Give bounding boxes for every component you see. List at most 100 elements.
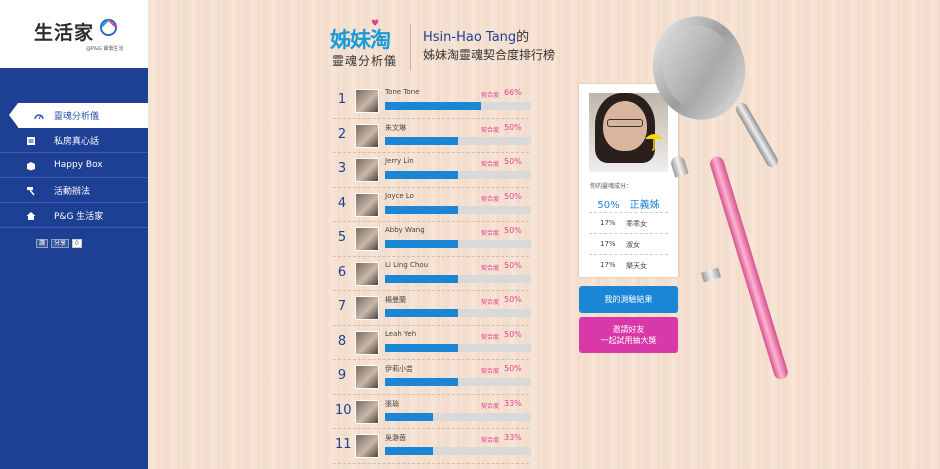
- friend-name[interactable]: 張瑜: [385, 399, 399, 409]
- avatar[interactable]: [355, 434, 379, 458]
- sidebar-item-private-talk[interactable]: 私房真心話: [0, 128, 148, 153]
- match-bar: [385, 343, 531, 352]
- ranking-row[interactable]: 10 張瑜 契合度 33%: [333, 395, 531, 429]
- profile-photo: [589, 93, 668, 172]
- avatar[interactable]: [355, 123, 379, 148]
- match-bar: [385, 136, 531, 145]
- sidebar-item-label: 活動辦法: [54, 186, 91, 197]
- friend-name[interactable]: 楊曼蘭: [385, 295, 406, 305]
- match-bar: [385, 240, 531, 248]
- component-name: 乖乖女: [626, 220, 647, 228]
- ranking-row[interactable]: 6 Li Ling Chou 契合度 50%: [333, 257, 531, 291]
- box-icon: [27, 162, 35, 171]
- avatar[interactable]: [355, 158, 379, 182]
- hand-mirror-handle: [733, 101, 781, 170]
- notes-icon: [27, 137, 35, 145]
- ranking-row[interactable]: 8 Leah Yeh 契合度 50%: [333, 326, 531, 360]
- match-label: 契合度: [481, 230, 500, 237]
- match-bar: [385, 274, 531, 283]
- page-subheading: 姊妹淘靈魂契合度排行榜: [423, 48, 556, 62]
- match-bar-fill: [385, 274, 458, 283]
- match-bar: [385, 309, 531, 317]
- avatar[interactable]: [355, 89, 379, 113]
- friend-name[interactable]: Jerry Lin: [385, 157, 414, 165]
- rank-number: 4: [337, 195, 347, 211]
- component-name: 淑女: [626, 241, 640, 249]
- logo-house-icon: [99, 18, 118, 36]
- like-button[interactable]: 讚: [36, 239, 49, 248]
- logo-text: 生活家: [34, 22, 95, 44]
- ranking-row[interactable]: 9 伊莉小芸 契合度 50%: [333, 360, 531, 395]
- sidebar-item-rules[interactable]: 活動辦法: [0, 178, 148, 203]
- match-bar-fill: [385, 343, 458, 352]
- avatar[interactable]: [355, 365, 379, 389]
- ranking-row[interactable]: 7 楊曼蘭 契合度 50%: [333, 291, 531, 326]
- brand-logo[interactable]: 生活家 @P&G 寶僑生活: [0, 0, 148, 68]
- avatar[interactable]: [355, 296, 379, 320]
- component-pct: 17%: [600, 261, 616, 269]
- share-bar: 讚 分享 0: [36, 239, 82, 248]
- match-percent: 50%: [504, 157, 522, 166]
- sidebar-item-pg-home[interactable]: P&G 生活家: [0, 203, 148, 228]
- primary-type: 正義姊: [629, 200, 660, 211]
- match-percent: 50%: [504, 364, 522, 373]
- match-label: 契合度: [481, 333, 500, 341]
- ranking-row[interactable]: 1 Tone Tone 契合度 66%: [333, 84, 531, 119]
- match-bar-fill: [385, 102, 482, 110]
- friend-name[interactable]: Tone Tone: [385, 88, 419, 96]
- ranking-row[interactable]: 4 Joyce Lo 契合度 50%: [333, 188, 531, 222]
- avatar[interactable]: [355, 330, 379, 355]
- match-label: 契合度: [481, 402, 500, 410]
- match-bar-fill: [385, 378, 458, 386]
- friend-name[interactable]: Li Ling Chou: [385, 261, 428, 269]
- match-label: 契合度: [481, 161, 500, 168]
- avatar[interactable]: [355, 227, 379, 251]
- ranking-row[interactable]: 2 朱文琳 契合度 50%: [333, 119, 531, 153]
- friend-name[interactable]: Leah Yeh: [385, 330, 416, 338]
- user-suffix: 的: [516, 30, 530, 45]
- invite-label-line2: 一起試用抽大獎: [600, 336, 657, 345]
- match-percent: 50%: [504, 295, 522, 304]
- my-result-button[interactable]: 我的測驗結果: [579, 286, 678, 313]
- match-percent: 50%: [504, 329, 522, 339]
- friend-name[interactable]: Abby Wang: [385, 226, 425, 234]
- rank-number: 2: [337, 126, 347, 142]
- ranking-row[interactable]: 11 吳瀞茵 契合度 33%: [333, 429, 531, 464]
- friend-name[interactable]: Joyce Lo: [385, 192, 414, 200]
- my-result-label: 我的測驗結果: [604, 295, 653, 304]
- match-percent: 50%: [504, 260, 522, 270]
- friend-name[interactable]: 朱文琳: [385, 123, 406, 133]
- avatar[interactable]: [355, 192, 379, 217]
- app-subtitle: 靈魂分析儀: [332, 54, 398, 68]
- soul-composition-label: 你的靈魂成分：: [590, 183, 633, 190]
- ranking-row[interactable]: 5 Abby Wang 契合度 50%: [333, 222, 531, 257]
- match-bar: [385, 205, 531, 214]
- home-icon: [26, 212, 36, 220]
- gauge-icon: [34, 114, 44, 120]
- sidebar-item-happy-box[interactable]: Happy Box: [0, 153, 148, 178]
- primary-soul-type: 50% 正義姊: [579, 196, 678, 211]
- rank-number: 1: [337, 92, 347, 107]
- sidebar-nav: 靈魂分析儀 私房真心話 Happy Box 活動辦法 P&G 生活家: [0, 103, 148, 228]
- invite-friends-button[interactable]: 邀請好友 一起試用抽大獎: [579, 317, 678, 353]
- match-label: 契合度: [481, 195, 500, 203]
- rank-number: 7: [337, 299, 347, 314]
- match-percent: 33%: [504, 433, 522, 442]
- avatar[interactable]: [355, 399, 379, 424]
- sidebar: 生活家 @P&G 寶僑生活 靈魂分析儀 私房真心話 Happy Box 活動辦法…: [0, 0, 148, 469]
- soul-component: 17% 乖乖女: [589, 212, 668, 232]
- match-bar: [385, 171, 531, 179]
- share-button[interactable]: 分享: [51, 239, 70, 248]
- friend-name[interactable]: 伊莉小芸: [385, 364, 413, 374]
- page-heading: Hsin-Hao Tang的: [423, 26, 529, 45]
- match-percent: 66%: [504, 88, 522, 97]
- pen-band: [700, 267, 722, 283]
- rank-number: 3: [337, 161, 347, 176]
- ranking-row[interactable]: 3 Jerry Lin 契合度 50%: [333, 153, 531, 188]
- friend-name[interactable]: 吳瀞茵: [385, 433, 406, 443]
- sidebar-item-soul-analyzer[interactable]: 靈魂分析儀: [9, 103, 148, 128]
- match-label: 契合度: [481, 126, 500, 134]
- sidebar-item-label: 靈魂分析儀: [54, 112, 100, 122]
- rank-number: 5: [337, 230, 347, 245]
- avatar[interactable]: [355, 261, 379, 286]
